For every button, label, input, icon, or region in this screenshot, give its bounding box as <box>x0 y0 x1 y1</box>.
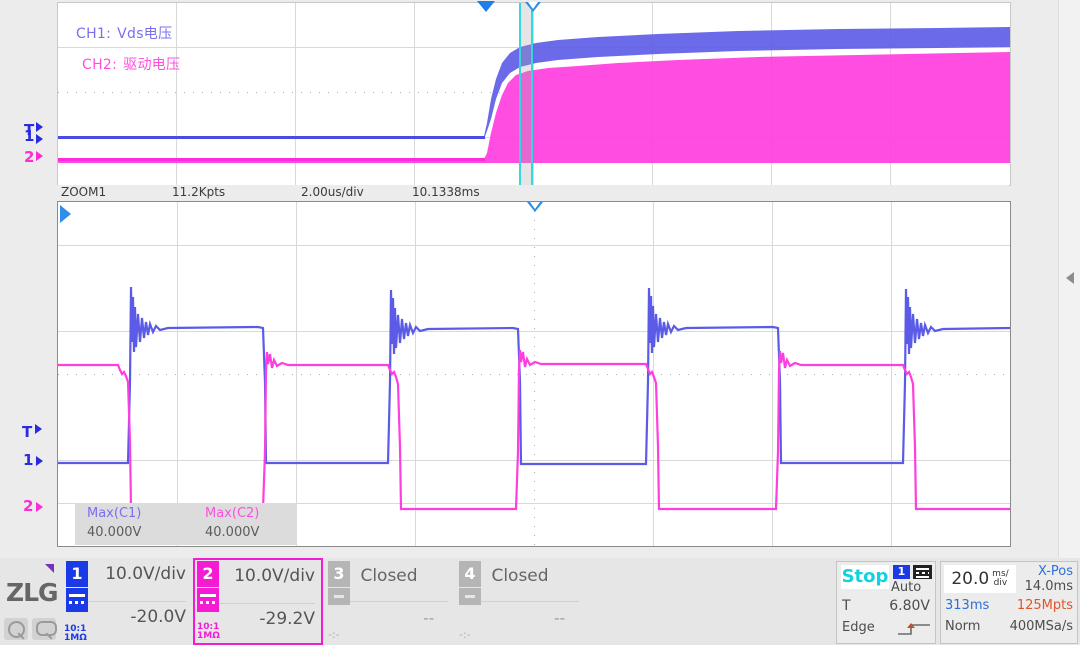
zoom-in-button[interactable] <box>32 618 57 640</box>
zoom-out-button[interactable] <box>4 618 28 640</box>
timebase-scale[interactable]: 20.0 ms/div <box>944 565 1016 593</box>
channel-1-scale[interactable]: 10.0V/div <box>105 564 186 584</box>
channel-1-coupling-icon[interactable] <box>66 588 88 612</box>
measurement-c2-value: 40.000V <box>205 525 260 540</box>
timebase-value: 20.0 <box>951 569 990 589</box>
sample-rate: 400MSa/s <box>1009 619 1073 634</box>
zoom-region-indicator[interactable] <box>519 3 533 185</box>
channel-4-probe: -:- <box>459 628 471 641</box>
acquisition-window: 313ms <box>945 598 990 613</box>
main-ch2-rail-marker[interactable]: 2 <box>24 148 44 166</box>
zoom-view[interactable] <box>57 201 1011 547</box>
channel-1-offset[interactable]: -20.0V <box>130 607 186 627</box>
trigger-level-label: T <box>842 598 851 614</box>
xpos-value[interactable]: 14.0ms <box>1025 579 1073 594</box>
channel-1-probe: 10:1 1MΩ <box>64 624 87 643</box>
channel-3-number[interactable]: 3 <box>328 561 350 587</box>
xpos-label: X-Pos <box>1037 564 1073 579</box>
zoom-ch1-marker-label: 1 <box>23 451 34 469</box>
channel-2-scale[interactable]: 10.0V/div <box>234 566 315 586</box>
channel-4-offset: -- <box>554 609 565 627</box>
brand-logo: ZLG <box>4 562 60 642</box>
zoom-center-marker-icon[interactable] <box>527 202 543 212</box>
expand-menu-arrow-icon[interactable] <box>1066 272 1074 284</box>
zoom-label: ZOOM1 <box>61 185 107 199</box>
channel-4-number[interactable]: 4 <box>459 561 481 587</box>
rising-edge-icon[interactable] <box>897 622 931 636</box>
main-ch2-marker-label: 2 <box>24 148 35 166</box>
channel-1-number[interactable]: 1 <box>66 561 88 587</box>
channel-2-offset[interactable]: -29.2V <box>259 609 315 629</box>
channel-3-offset: -- <box>423 609 434 627</box>
zoom-trigger-rail-marker[interactable]: T <box>22 423 43 441</box>
zoom-info-strip[interactable]: ZOOM1 11.2Kpts 2.00us/div 10.1338ms <box>57 185 1009 201</box>
trigger-level-value[interactable]: 6.80V <box>889 598 930 614</box>
channel-4-state[interactable]: Closed <box>491 566 548 586</box>
measurement-box[interactable]: Max(C1) Max(C2) 40.000V 40.000V <box>75 503 297 545</box>
main-waveform <box>58 27 1010 163</box>
channel-2-card[interactable]: 2 10.0V/div -29.2V 10:1 1MΩ <box>193 558 323 645</box>
trigger-panel[interactable]: Stop 1 Auto T 6.80V Edge <box>836 561 936 644</box>
channel-2-coupling-icon[interactable] <box>197 588 219 612</box>
measurement-c2-name: Max(C2) <box>205 506 260 521</box>
acquisition-mode[interactable]: Norm <box>945 619 980 634</box>
trigger-type[interactable]: Edge <box>842 620 875 635</box>
main-timebase-view[interactable] <box>57 2 1011 186</box>
channel-3-coupling-icon[interactable] <box>328 588 350 605</box>
zoom-waveform <box>58 286 1010 511</box>
channel-3-probe: -:- <box>328 628 340 641</box>
channel-4-card[interactable]: 4 Closed -- -:- <box>455 558 585 645</box>
zoom-points: 11.2Kpts <box>172 185 226 199</box>
zoom-view-rail: T 1 2 <box>0 201 57 545</box>
zoom-view-left-marker-icon[interactable] <box>60 205 71 223</box>
channel-1-card[interactable]: 1 10.0V/div -20.0V 10:1 1MΩ <box>62 558 192 645</box>
run-stop-badge[interactable]: Stop <box>841 565 889 589</box>
corner-flag-icon <box>45 564 54 573</box>
trigger-mode[interactable]: Auto <box>891 580 921 595</box>
main-trigger-rail-marker[interactable]: T <box>24 121 44 139</box>
zoom-time-per-div: 2.00us/div <box>301 185 364 199</box>
trigger-coupling-icon[interactable] <box>913 565 932 579</box>
bottom-status-panel: ZLG 1 10.0V/div -20.0V 10:1 1MΩ 2 10.0V/… <box>0 558 1080 645</box>
timebase-panel[interactable]: 20.0 ms/div X-Pos 14.0ms 313ms 125Mpts N… <box>940 561 1078 644</box>
main-trigger-marker-label: T <box>24 121 35 139</box>
timebase-unit: ms/div <box>992 569 1009 588</box>
channel-3-card[interactable]: 3 Closed -- -:- <box>324 558 454 645</box>
channel-2-probe: 10:1 1MΩ <box>197 622 220 641</box>
channel-4-coupling-icon[interactable] <box>459 588 481 605</box>
zoom-ch1-rail-marker[interactable]: 1 <box>23 451 44 469</box>
trigger-source-badge[interactable]: 1 <box>893 565 910 579</box>
zoom-trigger-marker-label: T <box>22 423 33 441</box>
oscilloscope-screen: CH1: Vds电压 CH2: 驱动电压 T 1 2 ZOOM1 11.2Kpts … <box>0 0 1080 645</box>
main-ch1-marker-label: 1 <box>24 127 35 145</box>
zoom-ch2-marker-label: 2 <box>23 497 34 515</box>
zoom-position: 10.1338ms <box>412 185 480 199</box>
channel-3-state[interactable]: Closed <box>360 566 417 586</box>
channel-2-number[interactable]: 2 <box>197 561 219 587</box>
memory-depth[interactable]: 125Mpts <box>1017 598 1073 613</box>
main-ch1-rail-marker[interactable]: 1 <box>24 127 44 145</box>
measurement-c1-value: 40.000V <box>87 525 142 540</box>
measurement-c1-name: Max(C1) <box>87 506 142 521</box>
zoom-ch2-rail-marker[interactable]: 2 <box>23 497 44 515</box>
brand-name: ZLG <box>6 578 59 607</box>
